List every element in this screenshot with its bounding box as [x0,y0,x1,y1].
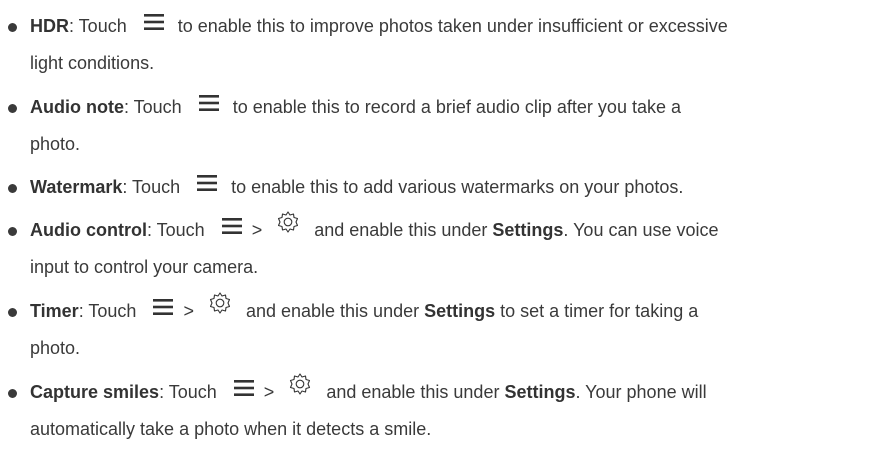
settings-label: Settings [492,220,564,240]
bullet [8,184,17,193]
separator-chevron: > [251,220,263,240]
document-page: HDR: Touch to enable this to improve pho… [0,0,877,467]
bullet [8,227,17,236]
separator-chevron: > [263,382,275,402]
list-item-audio-note: Audio note: Touch to enable this to reco… [8,89,874,163]
list-item-capture-smiles: Capture smiles: Touch > and enable this … [8,372,874,448]
list-item-hdr: HDR: Touch to enable this to improve pho… [8,8,874,82]
bullet [8,389,17,398]
settings-label: Settings [504,382,576,402]
menu-icon [153,291,174,328]
item-title: Watermark [30,177,123,197]
menu-icon [197,167,218,204]
list-item-watermark: Watermark: Touch to enable this to add v… [8,169,874,206]
item-title: Audio note [30,97,124,117]
gear-icon [288,372,312,409]
list-item-timer: Timer: Touch > and enable this under Set… [8,291,874,367]
gear-icon [276,210,300,247]
item-title: Timer [30,301,79,321]
settings-label: Settings [424,301,496,321]
item-title: Capture smiles [30,382,160,402]
separator-chevron: > [183,301,194,321]
menu-icon [198,87,219,124]
menu-icon [143,6,164,43]
bullet [8,23,17,32]
menu-icon [221,210,242,247]
bullet [8,104,17,113]
item-title: Audio control [30,220,147,240]
item-title: HDR [30,16,69,36]
gear-icon [208,291,232,328]
menu-icon [233,372,254,409]
list-item-audio-control: Audio control: Touch > and enable this u… [8,210,874,286]
bullet [8,308,17,317]
